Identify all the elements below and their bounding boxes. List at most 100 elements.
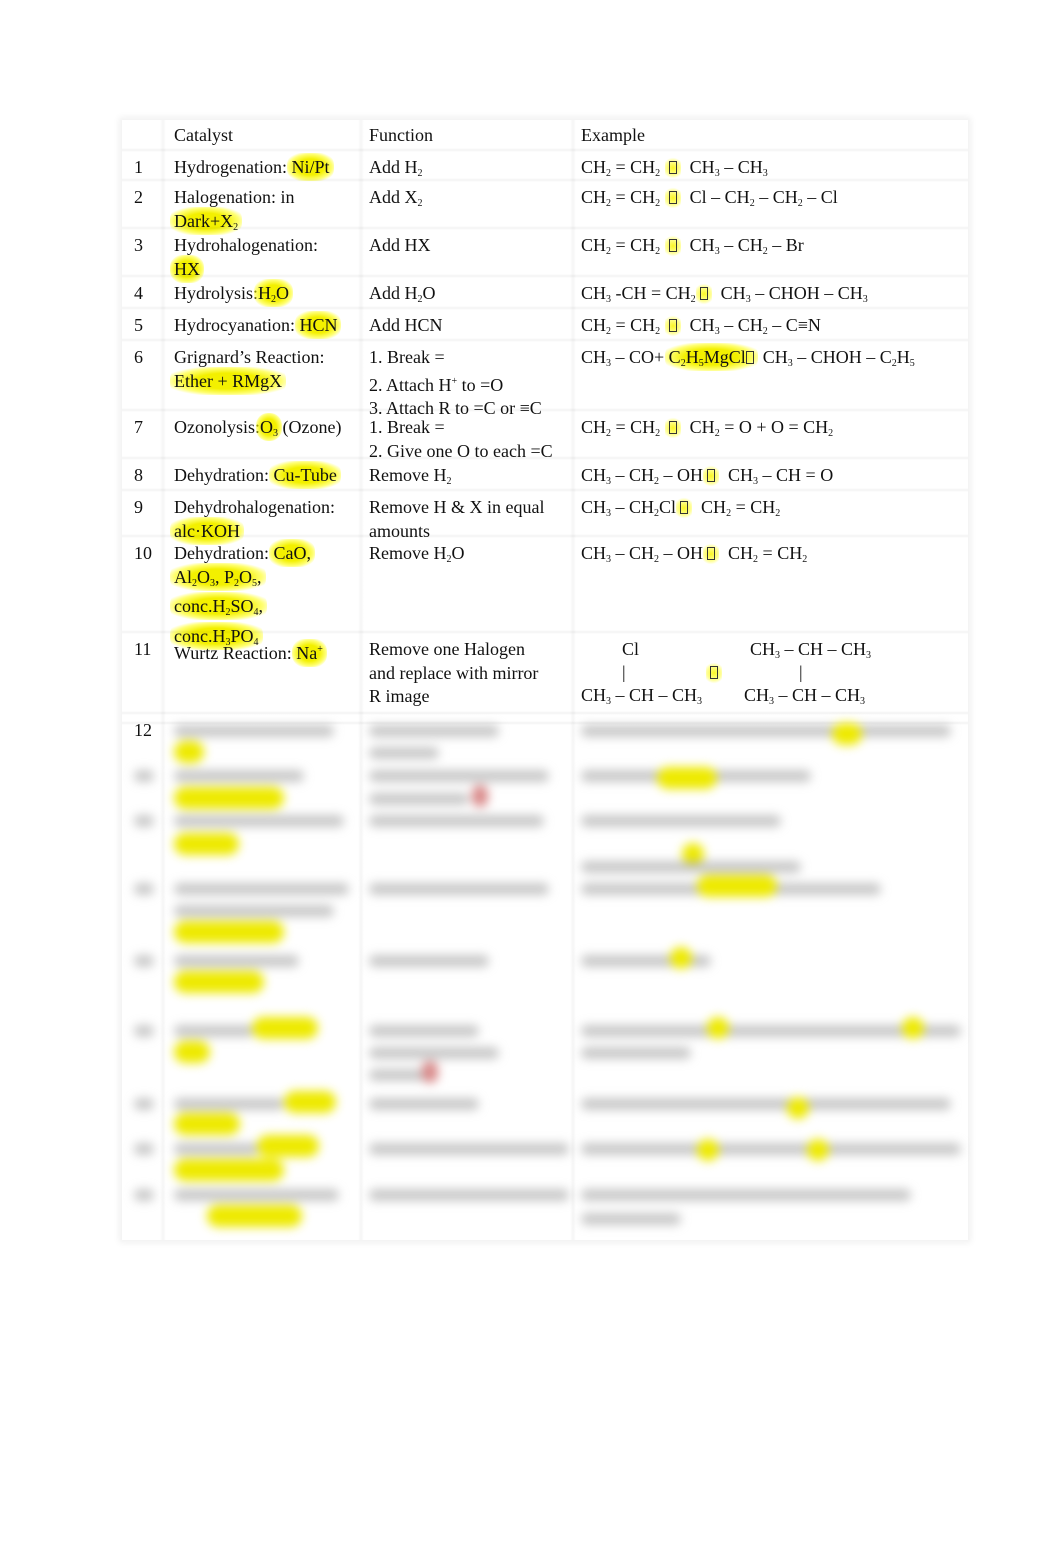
arrow-icon — [664, 234, 681, 258]
function-line: 1. Break = — [369, 417, 445, 437]
example-cell: CH3 – CO+ C2H5MgCl CH3 – CHOH – C2H5 — [581, 343, 915, 376]
catalyst-suffix: (Ozone) — [278, 417, 342, 437]
function-cell: Add HCN — [369, 315, 443, 335]
row-number: 4 — [134, 283, 143, 303]
reaction-table: Catalyst Function Example 1 Hydrogenatio… — [122, 120, 968, 1240]
catalyst-highlight: CaO, — [269, 539, 315, 567]
example-cell: Cl | CH3 – CH – CH3 CH3 – CH – CH3 | CH3… — [581, 638, 961, 710]
catalyst-text: Dehydrohalogenation: — [174, 497, 335, 517]
function-cell: Add X2 — [369, 187, 423, 209]
catalyst-cell: Grignard’s Reaction: Ether + RMgX — [170, 346, 325, 395]
catalyst-highlight: Ni/Pt — [287, 153, 334, 181]
function-cell: Remove H & X in equal amounts — [369, 496, 544, 543]
document-page: Catalyst Function Example 1 Hydrogenatio… — [0, 0, 1062, 1561]
catalyst-highlight: Cu-Tube — [269, 461, 341, 489]
arrow-icon — [664, 156, 681, 180]
row-number: 8 — [134, 465, 143, 485]
catalyst-highlight: HCN — [295, 311, 342, 339]
table-row: 1 Hydrogenation: Ni/Pt Add H2 CH2 = CH2 … — [122, 152, 968, 182]
function-cell: Add HX — [369, 235, 431, 255]
example-cell: CH3 -CH = CH2 CH3 – CHOH – CH3 — [581, 282, 868, 306]
catalyst-text: Grignard’s Reaction: — [174, 347, 325, 367]
catalyst-text: Hydrogenation: — [174, 157, 292, 177]
catalyst-cell: Dehydrohalogenation: alc·KOH — [170, 496, 335, 545]
header-example: Example — [581, 125, 645, 145]
row-number: 9 — [134, 497, 143, 517]
bond-line: | — [622, 662, 626, 682]
catalyst-text: Hydrocyanation: — [174, 315, 300, 335]
catalyst-text: Hydrolysis: — [174, 283, 259, 303]
catalyst-highlight: H2O — [254, 279, 294, 307]
table-row: 11 Wurtz Reaction: Na+ Remove one Haloge… — [122, 634, 968, 715]
structure-label: CH3 – CH – CH3 — [744, 685, 866, 707]
catalyst-text: Halogenation: in — [174, 187, 295, 207]
arrow-icon — [706, 661, 722, 685]
catalyst-text: Wurtz Reaction: — [174, 643, 297, 663]
catalyst-cell: Hydrolysis:H2O — [174, 279, 294, 312]
function-line: 2. Attach H+ to =O — [369, 374, 504, 395]
arrow-icon — [664, 314, 681, 338]
row-number: 11 — [134, 639, 152, 659]
structure-label: Cl — [622, 639, 640, 659]
structure-label: CH3 – CH – CH3 — [750, 639, 872, 661]
function-cell: 1. Break = 2. Attach H+ to =O 3. Attach … — [369, 346, 542, 421]
catalyst-text: Dehydration: — [174, 465, 274, 485]
catalyst-cell: Hydrocyanation: HCN — [174, 311, 342, 339]
row-number: 6 — [134, 347, 143, 367]
table-row: 3 Hydrohalogenation: HX Add HX CH2 = CH2 … — [122, 230, 968, 283]
header-catalyst: Catalyst — [174, 125, 233, 145]
bond-line: | — [799, 662, 803, 682]
catalyst-text: Dehydration: — [174, 543, 274, 563]
row-number: 3 — [134, 235, 143, 255]
table-row: 4 Hydrolysis:H2O Add H2O CH3 -CH = CH2 C… — [122, 278, 968, 310]
arrow-icon — [703, 542, 720, 566]
catalyst-text: Hydrohalogenation: — [174, 235, 318, 255]
arrow-icon — [695, 282, 712, 306]
table-row: 10 Dehydration: CaO, Al2O3, P2O5, conc.H… — [122, 538, 968, 650]
row-number: 1 — [134, 157, 143, 177]
function-line: 1. Break = — [369, 347, 445, 367]
function-cell: 1. Break = 2. Give one O to each =C — [369, 416, 553, 463]
example-cell: CH3 – CH2Cl CH2 = CH2 — [581, 496, 781, 520]
table-header-row: Catalyst Function Example — [122, 120, 968, 152]
reagent-highlight: C2H5MgCl — [664, 343, 758, 371]
function-cell: Add H2O — [369, 283, 436, 305]
function-cell: Remove H2 — [369, 465, 452, 487]
arrow-icon — [664, 416, 681, 440]
function-cell: Remove one Halogen and replace with mirr… — [369, 638, 538, 709]
function-cell: Remove H2O — [369, 543, 465, 565]
table-row: 7 Ozonolysis:O3 (Ozone) 1. Break = 2. Gi… — [122, 412, 968, 463]
function-line: R image — [369, 686, 430, 706]
function-line: Remove one Halogen — [369, 639, 525, 659]
example-cell: CH3 – CH2 – OH CH2 = CH2 — [581, 542, 808, 566]
catalyst-cell: Wurtz Reaction: Na+ — [174, 638, 327, 667]
table-row: 8 Dehydration: Cu-Tube Remove H2 CH3 – C… — [122, 460, 968, 492]
arrow-icon — [703, 464, 720, 488]
example-cell: CH2 = CH2 CH2 = O + O = CH2 — [581, 416, 834, 440]
example-cell: CH2 = CH2 Cl – CH2 – CH2 – Cl — [581, 186, 838, 210]
table-row: 6 Grignard’s Reaction: Ether + RMgX 1. Br… — [122, 342, 968, 418]
table-row: 5 Hydrocyanation: HCN Add HCN CH2 = CH2 … — [122, 310, 968, 342]
arrow-icon — [676, 496, 693, 520]
function-line: Remove H & X in equal — [369, 497, 545, 517]
catalyst-cell: Hydrogenation: Ni/Pt — [174, 153, 334, 181]
row-number: 10 — [134, 543, 152, 563]
header-function: Function — [369, 125, 434, 145]
table-row: 2 Halogenation: in Dark+X2 Add X2 CH2 = C… — [122, 182, 968, 235]
catalyst-highlight: Ether + RMgX — [170, 366, 287, 395]
row-number: 5 — [134, 315, 143, 335]
structure-label: CH3 – CH – CH3 — [581, 685, 703, 707]
catalyst-cell: Ozonolysis:O3 (Ozone) — [174, 413, 342, 446]
row-number: 7 — [134, 417, 143, 437]
catalyst-highlight: Al2O3, P2O5, — [170, 562, 266, 591]
catalyst-cell: Hydrohalogenation: HX — [170, 234, 318, 283]
function-line: and replace with mirror — [369, 662, 539, 683]
catalyst-highlight: conc.H2SO4, — [170, 592, 267, 620]
catalyst-text: Ozonolysis: — [174, 417, 261, 437]
table-row: 9 Dehydrohalogenation: alc·KOH Remove H &… — [122, 492, 968, 545]
arrow-icon — [664, 186, 681, 210]
example-cell: CH3 – CH2 – OH CH3 – CH = O — [581, 464, 834, 488]
catalyst-cell: Dehydration: Cu-Tube — [174, 461, 341, 489]
blurred-preview-region — [122, 715, 968, 1240]
example-cell: CH2 = CH2 CH3 – CH2 – C≡N — [581, 314, 821, 338]
